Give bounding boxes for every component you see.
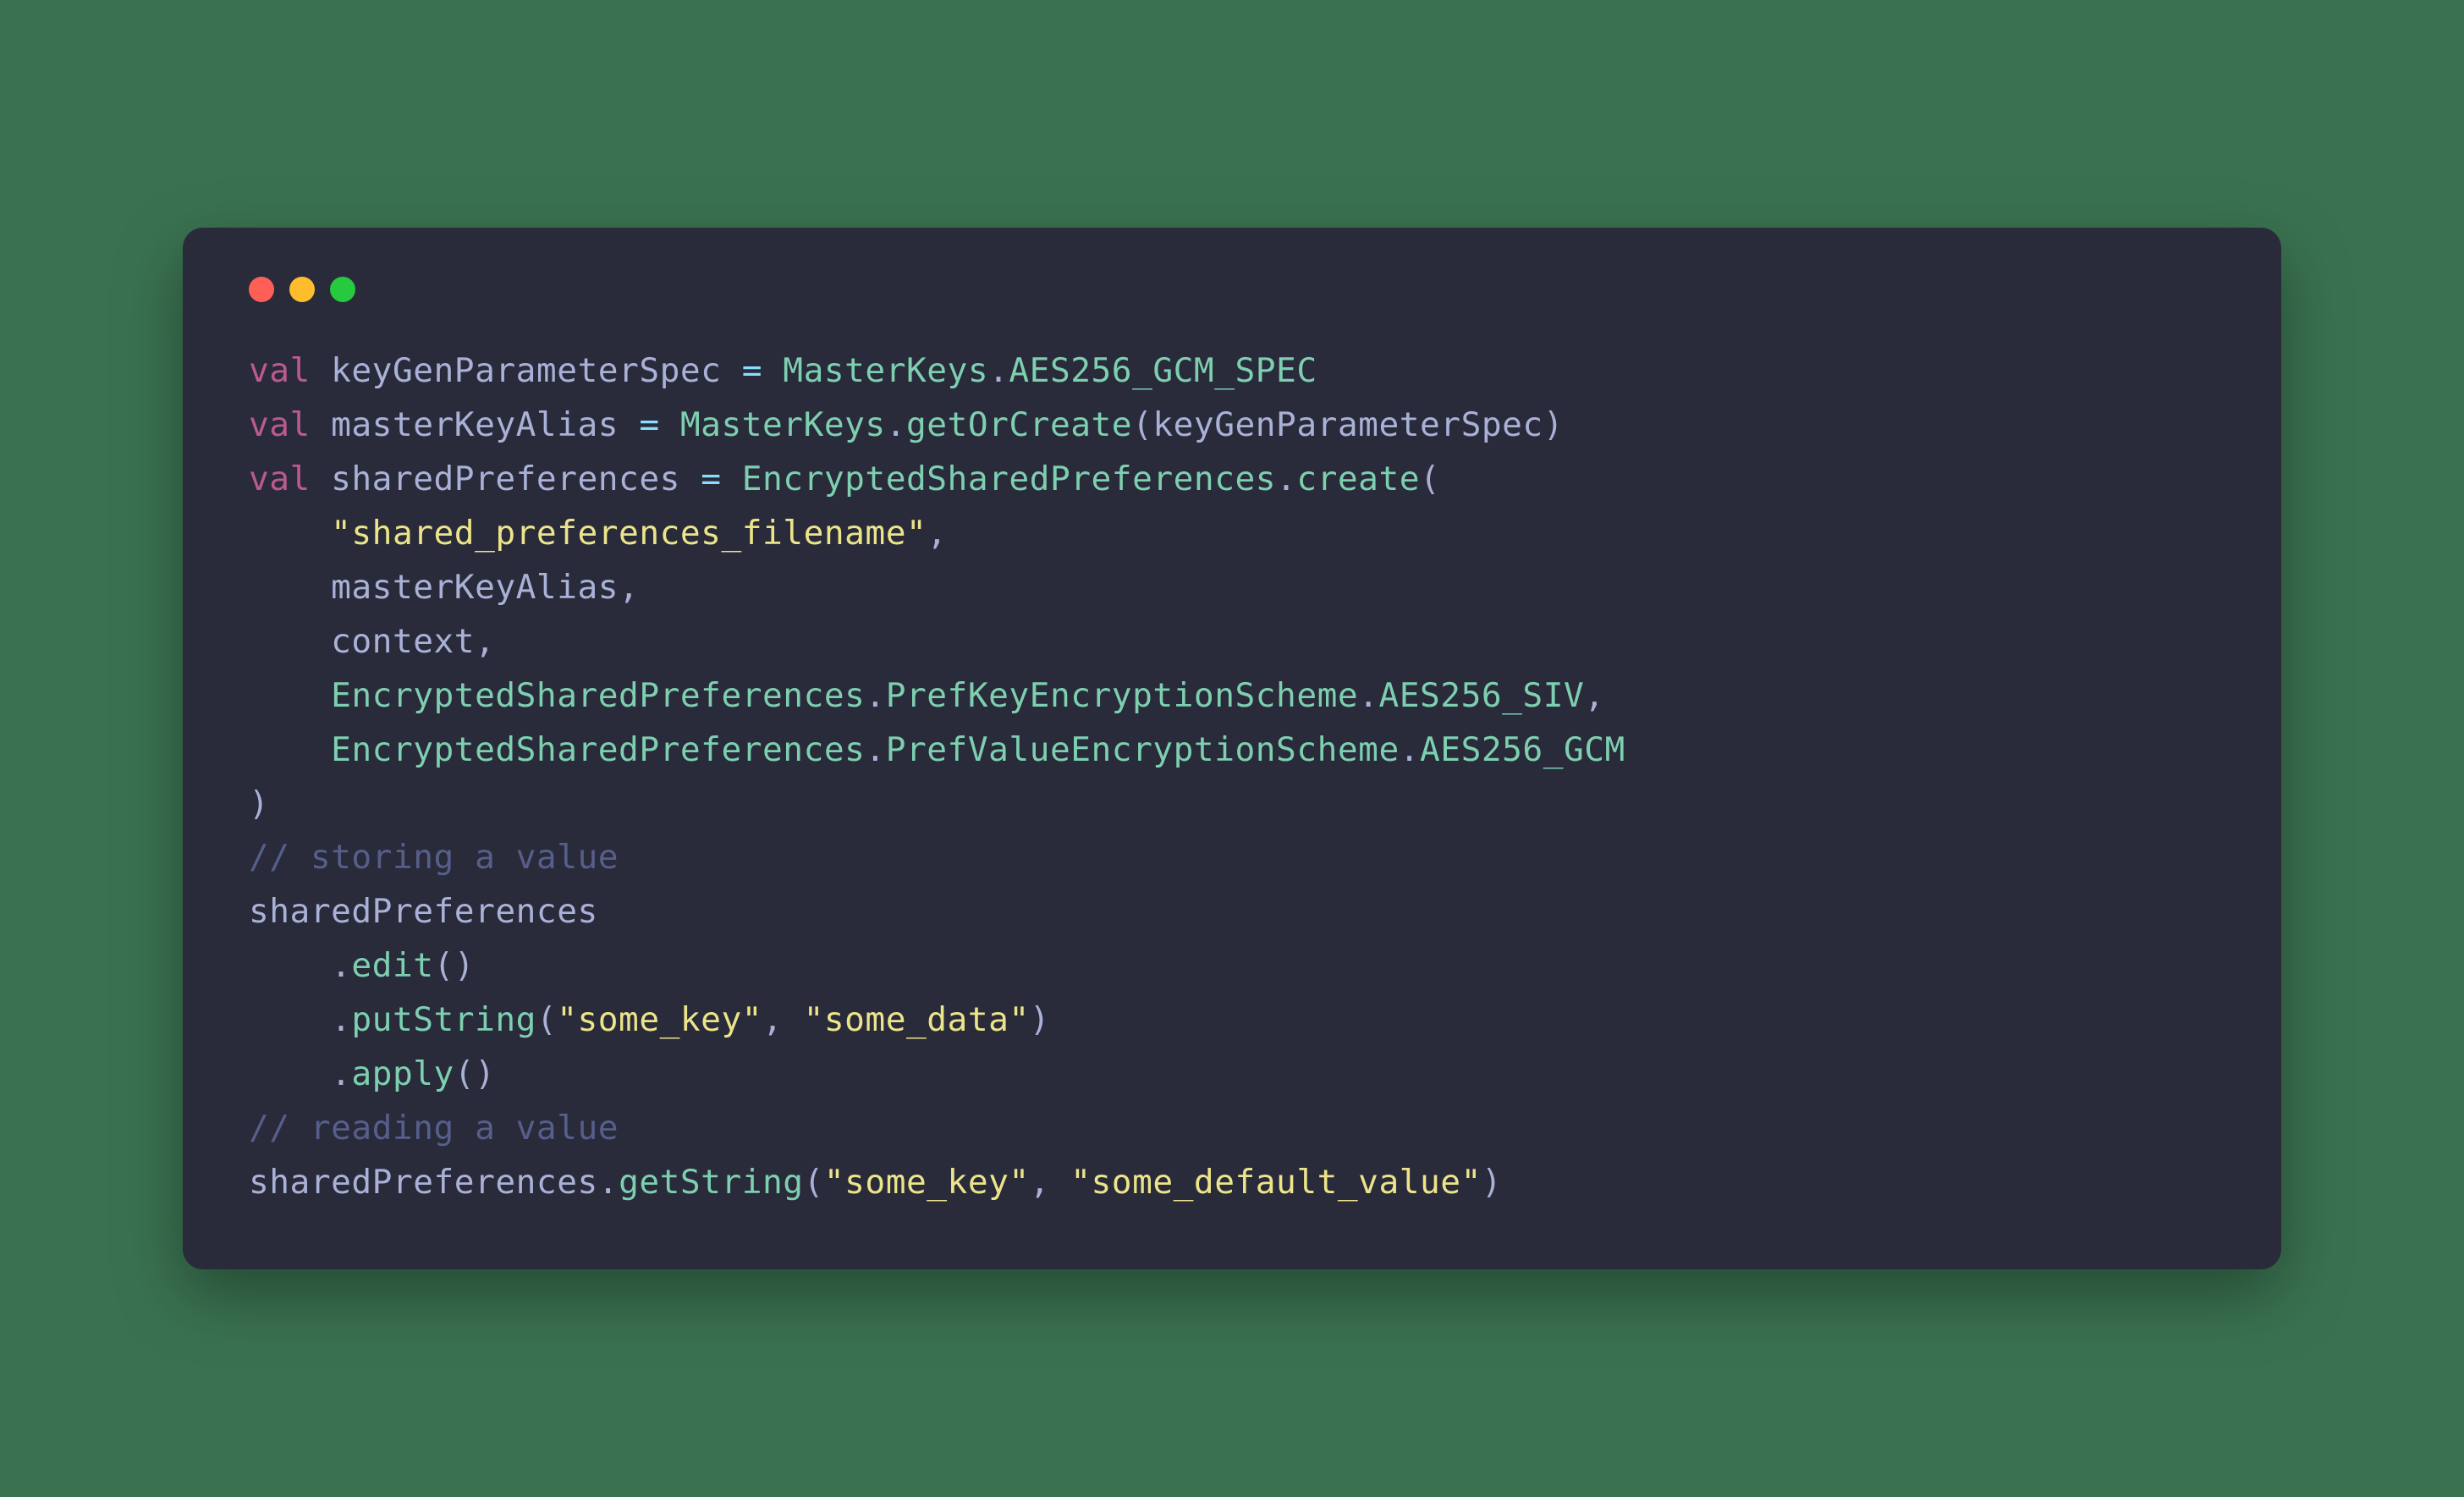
code-window: val keyGenParameterSpec = MasterKeys.AES…	[183, 228, 2281, 1270]
code-line-3: val sharedPreferences = EncryptedSharedP…	[249, 460, 1440, 498]
code-line-15: // reading a value	[249, 1109, 619, 1148]
code-line-16: sharedPreferences.getString("some_key", …	[249, 1163, 1502, 1202]
code-line-5: masterKeyAlias,	[249, 568, 639, 607]
traffic-lights	[249, 277, 2215, 302]
maximize-icon[interactable]	[330, 277, 355, 302]
code-line-10: // storing a value	[249, 838, 619, 877]
minimize-icon[interactable]	[289, 277, 315, 302]
code-line-7: EncryptedSharedPreferences.PrefKeyEncryp…	[249, 676, 1605, 715]
code-line-13: .putString("some_key", "some_data")	[249, 1000, 1050, 1039]
code-line-8: EncryptedSharedPreferences.PrefValueEncr…	[249, 730, 1625, 769]
code-line-6: context,	[249, 622, 495, 661]
code-line-11: sharedPreferences	[249, 892, 598, 931]
code-line-1: val keyGenParameterSpec = MasterKeys.AES…	[249, 351, 1317, 390]
code-block: val keyGenParameterSpec = MasterKeys.AES…	[249, 344, 2215, 1211]
code-line-9: )	[249, 784, 269, 823]
close-icon[interactable]	[249, 277, 274, 302]
code-line-2: val masterKeyAlias = MasterKeys.getOrCre…	[249, 405, 1564, 444]
code-line-12: .edit()	[249, 946, 475, 985]
code-line-4: "shared_preferences_filename",	[249, 514, 948, 553]
code-line-14: .apply()	[249, 1054, 495, 1093]
